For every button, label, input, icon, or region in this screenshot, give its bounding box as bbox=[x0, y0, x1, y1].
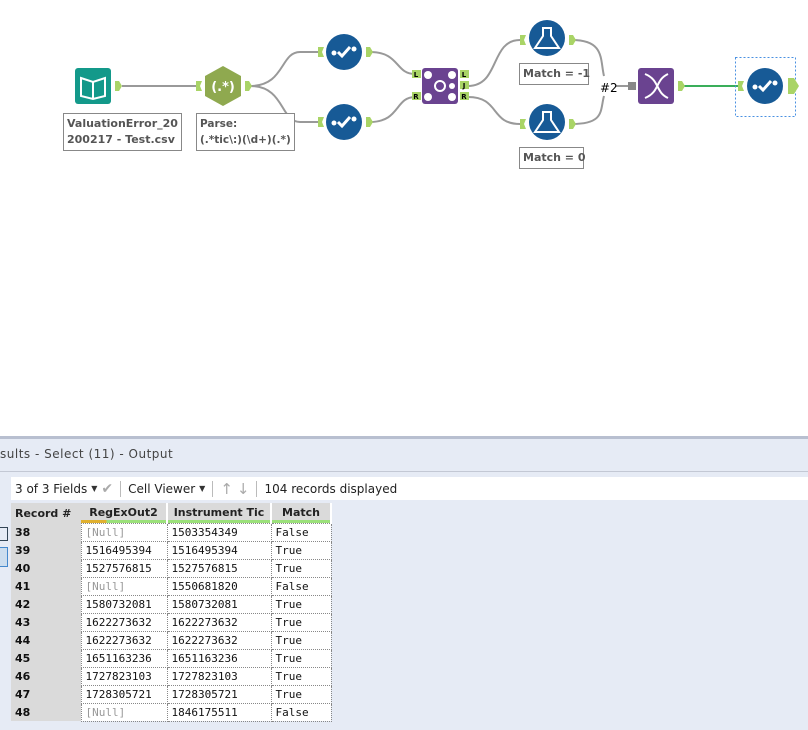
cell-instrument-tic[interactable]: 1728305721 bbox=[166, 684, 272, 704]
cell-instrument-tic[interactable]: 1550681820 bbox=[166, 576, 272, 596]
cell-match[interactable]: True bbox=[270, 666, 332, 686]
svg-text:L: L bbox=[462, 71, 467, 79]
svg-text:L: L bbox=[414, 71, 419, 79]
results-panel: sults - Select (11) - Output 3 of 3 Fiel… bbox=[0, 439, 808, 730]
input-tool-annotation: ValuationError_20 200217 - Test.csv bbox=[63, 113, 182, 151]
records-count: 104 records displayed bbox=[264, 481, 398, 496]
cell-instrument-tic[interactable]: 1580732081 bbox=[166, 594, 272, 614]
select-tool-top[interactable] bbox=[318, 34, 373, 70]
chevron-down-icon[interactable]: ▼ bbox=[199, 484, 205, 493]
cell-match[interactable]: True bbox=[270, 594, 332, 614]
cell-instrument-tic[interactable]: 1516495394 bbox=[166, 540, 272, 560]
cell-match[interactable]: True bbox=[270, 648, 332, 668]
table-row[interactable]: 45 1651163236 1651163236 True bbox=[11, 648, 332, 668]
union-tool[interactable] bbox=[628, 68, 685, 104]
cell-instrument-tic[interactable]: 1527576815 bbox=[166, 558, 272, 578]
check-icon[interactable]: ✔ bbox=[101, 481, 113, 497]
filter-top-annotation: Match = -1 bbox=[519, 63, 590, 85]
table-row[interactable]: 39 1516495394 1516495394 True bbox=[11, 540, 332, 560]
regex-icon: (.*) bbox=[211, 80, 235, 95]
cell-instrument-tic[interactable]: 1622273632 bbox=[166, 612, 272, 632]
cell-regexout2[interactable]: 1580732081 bbox=[80, 594, 168, 614]
join-tool[interactable]: L R L J R bbox=[412, 68, 469, 104]
table-row[interactable]: 47 1728305721 1728305721 True bbox=[11, 684, 332, 704]
record-number: 42 bbox=[11, 595, 81, 613]
connection bbox=[467, 39, 521, 87]
regex-tool[interactable]: (.*) bbox=[196, 66, 252, 106]
select-tool-bottom[interactable] bbox=[318, 104, 373, 140]
input-data-tool[interactable] bbox=[75, 68, 122, 104]
record-number: 44 bbox=[11, 631, 81, 649]
connection bbox=[369, 51, 416, 75]
arrow-up-icon[interactable]: ↑ bbox=[220, 480, 233, 498]
connection bbox=[249, 51, 318, 87]
column-header-regexout2[interactable]: RegExOut2 bbox=[81, 503, 168, 523]
cell-match[interactable]: True bbox=[270, 558, 332, 578]
cell-regexout2[interactable]: [Null] bbox=[80, 576, 168, 596]
column-header-match[interactable]: Match bbox=[271, 503, 332, 523]
cell-instrument-tic[interactable]: 1651163236 bbox=[166, 648, 272, 668]
cell-match[interactable]: True bbox=[270, 684, 332, 704]
table-row[interactable]: 46 1727823103 1727823103 True bbox=[11, 666, 332, 686]
column-header-instrument-tic[interactable]: Instrument Tic bbox=[167, 503, 272, 523]
cell-regexout2[interactable]: 1516495394 bbox=[80, 540, 168, 560]
results-table: Record # RegExOut2 Instrument Tic Match … bbox=[11, 503, 332, 722]
cell-regexout2[interactable]: [Null] bbox=[80, 702, 168, 722]
record-number: 38 bbox=[11, 523, 81, 541]
table-row[interactable]: 48 [Null] 1846175511 False bbox=[11, 702, 332, 722]
cell-regexout2[interactable]: 1527576815 bbox=[80, 558, 168, 578]
record-number: 39 bbox=[11, 541, 81, 559]
column-header-record[interactable]: Record # bbox=[11, 503, 81, 523]
record-number: 47 bbox=[11, 685, 81, 703]
cell-match[interactable]: True bbox=[270, 630, 332, 650]
table-row[interactable]: 41 [Null] 1550681820 False bbox=[11, 576, 332, 596]
connection bbox=[369, 96, 416, 123]
cell-instrument-tic[interactable]: 1622273632 bbox=[166, 630, 272, 650]
record-number: 48 bbox=[11, 703, 81, 721]
select-tool-output[interactable] bbox=[735, 57, 800, 117]
regex-tool-annotation: Parse: (.*tic\:)(\d+)(.*) bbox=[196, 113, 295, 151]
svg-text:J: J bbox=[462, 82, 466, 90]
svg-text:R: R bbox=[461, 93, 467, 101]
table-row[interactable]: 42 1580732081 1580732081 True bbox=[11, 594, 332, 614]
chevron-down-icon[interactable]: ▼ bbox=[91, 484, 97, 493]
cell-instrument-tic[interactable]: 1846175511 bbox=[166, 702, 272, 722]
connection bbox=[571, 95, 605, 125]
cell-instrument-tic[interactable]: 1727823103 bbox=[166, 666, 272, 686]
cell-regexout2[interactable]: 1727823103 bbox=[80, 666, 168, 686]
connection bbox=[467, 96, 521, 125]
cell-regexout2[interactable]: 1728305721 bbox=[80, 684, 168, 704]
fields-dropdown[interactable]: 3 of 3 Fields bbox=[15, 482, 87, 496]
cell-instrument-tic[interactable]: 1503354349 bbox=[166, 522, 272, 542]
cell-regexout2[interactable]: 1622273632 bbox=[80, 630, 168, 650]
cell-match[interactable]: False bbox=[270, 702, 332, 722]
arrow-down-icon[interactable]: ↓ bbox=[237, 480, 250, 498]
cell-viewer-dropdown[interactable]: Cell Viewer bbox=[128, 482, 195, 496]
table-row[interactable]: 40 1527576815 1527576815 True bbox=[11, 558, 332, 578]
table-row[interactable]: 43 1622273632 1622273632 True bbox=[11, 612, 332, 632]
record-number: 40 bbox=[11, 559, 81, 577]
table-row[interactable]: 44 1622273632 1622273632 True bbox=[11, 630, 332, 650]
cell-match[interactable]: True bbox=[270, 612, 332, 632]
record-number: 46 bbox=[11, 667, 81, 685]
table-row[interactable]: 38 [Null] 1503354349 False bbox=[11, 522, 332, 542]
cell-match[interactable]: False bbox=[270, 576, 332, 596]
svg-text:R: R bbox=[413, 93, 419, 101]
workflow-canvas[interactable]: (.*) L R L J R #2 ValuationError_20 20021… bbox=[0, 0, 808, 436]
record-number: 45 bbox=[11, 649, 81, 667]
cell-regexout2[interactable]: [Null] bbox=[80, 522, 168, 542]
cell-match[interactable]: False bbox=[270, 522, 332, 542]
formula-tool-top[interactable] bbox=[520, 20, 576, 56]
results-title: sults - Select (11) - Output bbox=[0, 447, 174, 461]
record-number: 41 bbox=[11, 577, 81, 595]
results-toolbar: 3 of 3 Fields ▼ ✔ Cell Viewer ▼ ↑ ↓ 104 … bbox=[11, 477, 808, 500]
cell-regexout2[interactable]: 1622273632 bbox=[80, 612, 168, 632]
connection-label: #2 bbox=[600, 81, 618, 95]
cell-match[interactable]: True bbox=[270, 540, 332, 560]
record-number: 43 bbox=[11, 613, 81, 631]
formula-tool-bottom[interactable] bbox=[520, 104, 576, 140]
cell-regexout2[interactable]: 1651163236 bbox=[80, 648, 168, 668]
results-side-toolbar[interactable] bbox=[0, 479, 9, 679]
filter-bottom-annotation: Match = 0 bbox=[519, 147, 586, 169]
